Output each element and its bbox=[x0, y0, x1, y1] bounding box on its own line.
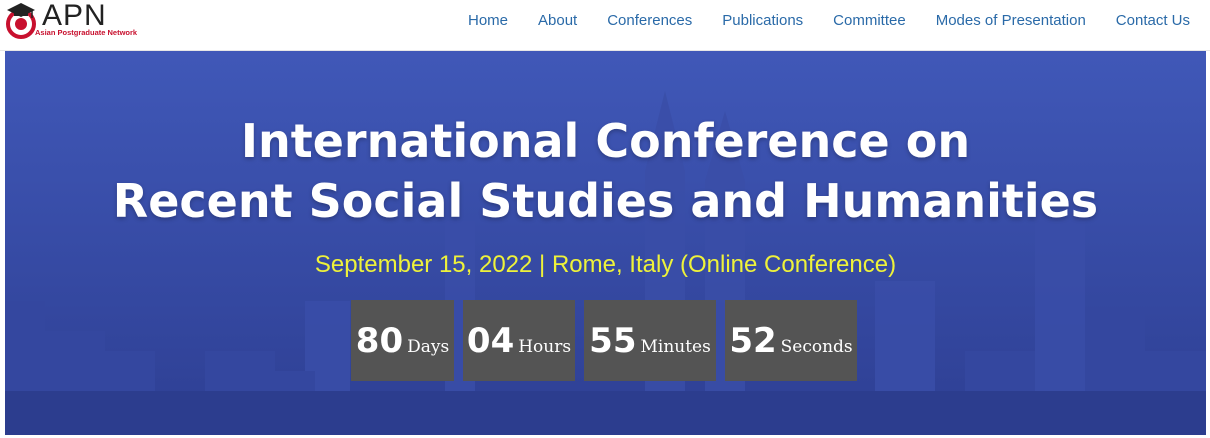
nav-conferences[interactable]: Conferences bbox=[607, 12, 692, 29]
minutes-value: 55 bbox=[589, 320, 637, 361]
countdown-hours: 04 Hours bbox=[463, 300, 575, 381]
title-line-1: International Conference on bbox=[240, 114, 971, 168]
days-label: Days bbox=[407, 336, 450, 357]
hero-content: International Conference on Recent Socia… bbox=[5, 51, 1206, 435]
date-location: September 15, 2022 | Rome, Italy (Online… bbox=[314, 251, 897, 278]
countdown-minutes: 55 Minutes bbox=[584, 300, 716, 381]
nav-about[interactable]: About bbox=[538, 12, 577, 29]
nav-modes-of-presentation[interactable]: Modes of Presentation bbox=[936, 12, 1086, 29]
countdown-days: 80 Days bbox=[351, 300, 454, 381]
hours-label: Hours bbox=[518, 336, 572, 357]
site-header: APN Asian Postgraduate Network Home Abou… bbox=[0, 0, 1210, 51]
days-value: 80 bbox=[355, 320, 404, 361]
countdown-seconds: 52 Seconds bbox=[725, 300, 857, 381]
nav-home[interactable]: Home bbox=[468, 12, 508, 29]
main-nav: Home About Conferences Publications Comm… bbox=[438, 0, 1190, 40]
nav-contact-us[interactable]: Contact Us bbox=[1116, 12, 1190, 29]
conference-title: International Conference on Recent Socia… bbox=[5, 111, 1206, 231]
logo-subtitle: Asian Postgraduate Network bbox=[35, 28, 138, 37]
hours-value: 04 bbox=[466, 320, 515, 361]
hero-banner: International Conference on Recent Socia… bbox=[5, 51, 1206, 435]
site-logo[interactable]: APN Asian Postgraduate Network bbox=[5, 0, 155, 46]
seconds-label: Seconds bbox=[780, 336, 853, 357]
seconds-value: 52 bbox=[729, 320, 777, 361]
title-line-2: Recent Social Studies and Humanities bbox=[112, 174, 1099, 228]
countdown-timer: 80 Days 04 Hours 55 Minutes 52 Seconds bbox=[351, 300, 857, 381]
nav-committee[interactable]: Committee bbox=[833, 12, 906, 29]
nav-publications[interactable]: Publications bbox=[722, 12, 803, 29]
minutes-label: Minutes bbox=[640, 336, 711, 357]
